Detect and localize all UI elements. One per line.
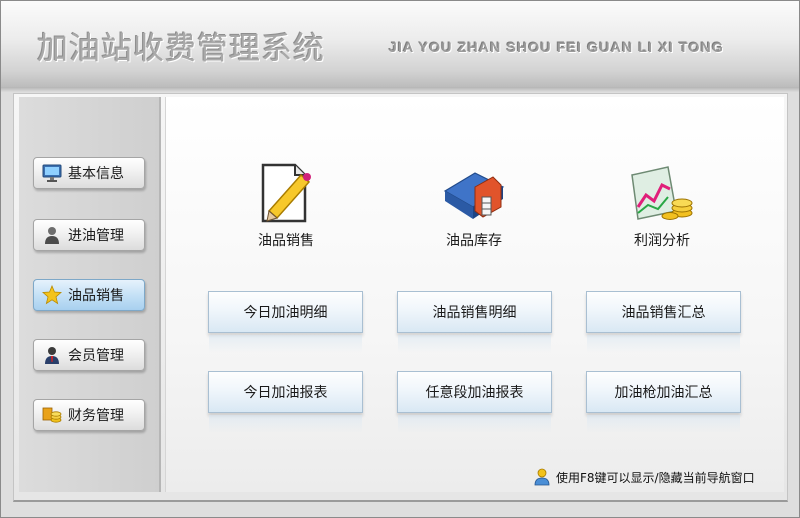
member-icon: [42, 345, 62, 365]
today-refuel-report-button[interactable]: 今日加油报表: [208, 371, 363, 433]
app-window: 加油站收费管理系统 JIA YOU ZHAN SHOU FEI GUAN LI …: [0, 0, 800, 518]
oil-sales-detail-button[interactable]: 油品销售明细: [397, 291, 552, 353]
app-title-pinyin: JIA YOU ZHAN SHOU FEI GUAN LI XI TONG: [389, 39, 725, 55]
sidebar-item-label: 基本信息: [68, 166, 124, 182]
app-title: 加油站收费管理系统: [37, 31, 325, 67]
sidebar-item-label: 财务管理: [68, 408, 124, 424]
sidebar-item-member-management[interactable]: 会员管理: [33, 339, 145, 371]
sidebar-item-fuel-intake[interactable]: 进油管理: [33, 219, 145, 251]
profit-analysis-shortcut[interactable]: 利润分析: [587, 161, 737, 261]
star-icon: [42, 285, 62, 305]
nozzle-refuel-summary-button[interactable]: 加油枪加油汇总: [586, 371, 741, 433]
oil-sales-label: 油品销售: [258, 233, 314, 249]
sidebar-item-finance[interactable]: 财务管理: [33, 399, 145, 431]
sidebar-item-oil-sales[interactable]: 油品销售: [33, 279, 145, 311]
pencil-document-icon: [261, 163, 311, 223]
today-refuel-detail-button[interactable]: 今日加油明细: [208, 291, 363, 353]
nav-toggle-hint-text: 使用F8键可以显示/隐藏当前导航窗口: [556, 470, 755, 485]
period-refuel-report-button[interactable]: 任意段加油报表: [397, 371, 552, 433]
oil-sales-shortcut[interactable]: 油品销售: [211, 161, 361, 261]
sidebar-item-label: 油品销售: [68, 288, 124, 304]
sidebar-item-basic-info[interactable]: 基本信息: [33, 157, 145, 189]
sidebar: 基本信息 进油管理 油品销售 会员管理 财务管理: [19, 97, 161, 492]
app-header: 加油站收费管理系统 JIA YOU ZHAN SHOU FEI GUAN LI …: [1, 1, 799, 92]
oil-sales-summary-button[interactable]: 油品销售汇总: [586, 291, 741, 353]
chart-coins-icon: [631, 166, 693, 220]
oil-stock-label: 油品库存: [446, 233, 502, 249]
warehouse-icon: [443, 172, 505, 219]
oil-stock-shortcut[interactable]: 油品库存: [399, 161, 549, 261]
nav-toggle-hint: 使用F8键可以显示/隐藏当前导航窗口: [532, 467, 755, 487]
user-tip-icon: [532, 467, 552, 487]
monitor-icon: [42, 163, 62, 183]
profit-analysis-label: 利润分析: [634, 233, 690, 249]
sidebar-item-label: 进油管理: [68, 228, 124, 244]
coins-icon: [42, 405, 62, 425]
user-icon: [42, 225, 62, 245]
sidebar-item-label: 会员管理: [68, 348, 124, 364]
